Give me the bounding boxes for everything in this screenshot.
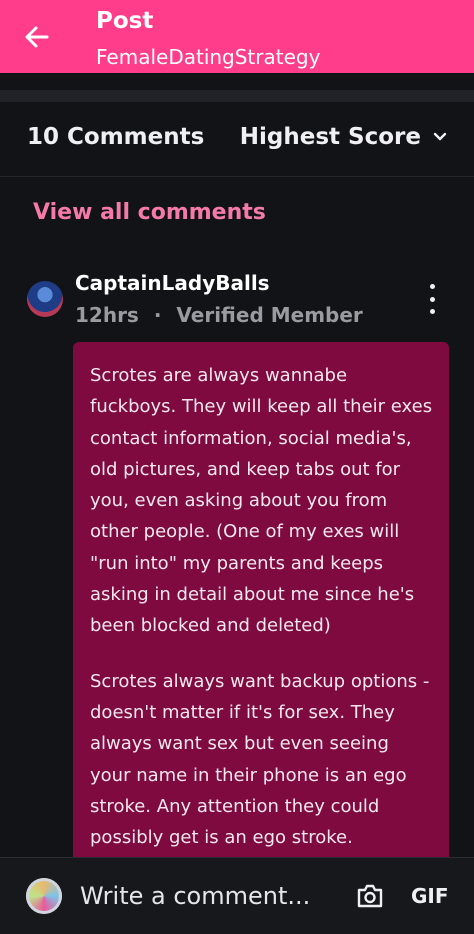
comment-time: 12hrs — [75, 303, 139, 327]
comment-meta: 12hrs · Verified Member — [75, 303, 363, 327]
back-arrow-icon[interactable] — [22, 22, 52, 52]
comment-paragraph: Scrotes always want backup options - doe… — [90, 670, 430, 849]
divider — [0, 176, 474, 177]
page-title: Post — [96, 8, 154, 34]
comment-body: Scrotes are always wannabe fuckboys. The… — [73, 342, 449, 902]
sort-dropdown[interactable]: Highest Score — [240, 124, 447, 150]
chevron-down-icon — [433, 132, 447, 141]
meta-separator: · — [153, 303, 162, 327]
comment-input[interactable]: Write a comment... — [80, 882, 310, 910]
comment-username[interactable]: CaptainLadyBalls — [75, 271, 270, 295]
sort-label: Highest Score — [239, 124, 421, 150]
community-name[interactable]: FemaleDatingStrategy — [96, 45, 320, 69]
comment-count: 10 Comments — [27, 124, 205, 150]
gif-button[interactable]: GIF — [411, 884, 449, 908]
user-flair: Verified Member — [176, 303, 363, 327]
more-vertical-icon[interactable] — [420, 284, 444, 314]
avatar[interactable] — [27, 281, 63, 317]
post-bottom-strip — [0, 90, 474, 102]
comment-composer: Write a comment... GIF — [0, 857, 474, 934]
app-header: Post FemaleDatingStrategy — [0, 0, 474, 73]
comment-paragraph: Scrotes are always wannabe fuckboys. The… — [90, 365, 433, 637]
view-all-comments-link[interactable]: View all comments — [33, 200, 266, 225]
camera-icon[interactable] — [356, 883, 384, 909]
avatar — [26, 878, 62, 914]
